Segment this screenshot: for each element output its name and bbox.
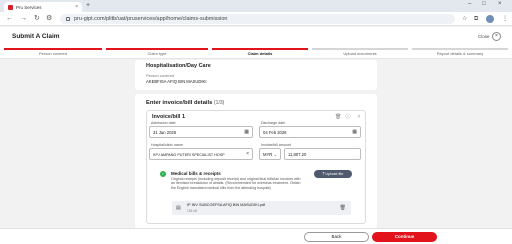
menu-icon[interactable]: ⋮ <box>502 15 508 23</box>
invoice-amount-label: Invoice/bill amount <box>261 143 291 147</box>
hospital-name-field[interactable]: KPJ AMPANG PUTERI SPECIALIST HOSP × <box>149 148 253 160</box>
step-label-payout: Payout details & summary <box>436 51 484 56</box>
clear-icon[interactable]: × <box>246 151 249 157</box>
discharge-date-value: 04 Feb 2026 <box>263 130 287 135</box>
chevron-down-icon: ⌄ <box>273 152 277 157</box>
invoice-section-heading: Enter invoice/bill details (1/3) <box>146 100 225 106</box>
check-circle-icon: ✓ <box>160 171 166 177</box>
back-button[interactable]: Back <box>304 232 369 242</box>
url-text: pru-gipt.com/plitb/uat/pruservices/app/h… <box>74 16 228 22</box>
currency-select[interactable]: MYR ⌄ <box>259 148 281 160</box>
calendar-icon[interactable]: ▦ <box>352 129 357 135</box>
step-bar-upload-documents <box>312 48 408 50</box>
discharge-date-label: Discharge date <box>261 121 286 125</box>
close-icon[interactable]: × <box>492 32 501 41</box>
window-close-icon[interactable]: × <box>498 1 502 7</box>
hospitalisation-card: Hospitalisation/Day Care Person covered … <box>135 60 377 90</box>
hospital-name-value: KPJ AMPANG PUTERI SPECIALIST HOSP <box>153 152 225 157</box>
step-label-person-covered: Person covered <box>38 51 67 56</box>
profile-avatar[interactable] <box>486 15 494 23</box>
close-label[interactable]: Close <box>478 34 490 39</box>
step-label-claim-details: Claim details <box>247 51 273 56</box>
browser-tab[interactable]: Pru Services × <box>4 2 82 12</box>
tab-title: Pru Services <box>16 4 42 10</box>
calendar-icon[interactable]: ▦ <box>244 129 249 135</box>
admission-date-value: 31 Jan 2026 <box>153 130 177 135</box>
file-icon: ▤ <box>176 205 181 211</box>
uploaded-file-item: ▤ IP INV SUBCOEFSA AFIQ BIN MASUDIKI.pdf… <box>172 201 351 215</box>
admission-date-label: Admission date <box>151 121 176 125</box>
continue-button[interactable]: Continue <box>372 232 437 242</box>
admission-date-field[interactable]: 31 Jan 2026 ▦ <box>149 126 253 138</box>
hospital-name-label: Hospital/clinic name <box>151 143 183 147</box>
new-tab-icon[interactable]: + <box>86 2 90 10</box>
hospitalisation-heading: Hospitalisation/Day Care <box>146 63 211 69</box>
progress-stepper: Person covered Claim type Claim details … <box>0 47 512 59</box>
favicon-icon <box>8 4 13 10</box>
lock-icon <box>66 17 70 21</box>
invoice-amount-value: 11,807.20 <box>288 152 307 157</box>
file-size: 155 kB <box>187 209 197 213</box>
chevron-up-icon[interactable]: ˄ <box>356 114 362 120</box>
delete-invoice-icon[interactable]: 🗑 <box>335 114 341 120</box>
info-icon[interactable]: ⓘ <box>345 114 351 120</box>
invoice-amount-field[interactable]: 11,807.20 <box>284 148 361 160</box>
reload-icon[interactable]: ↻ <box>34 15 40 23</box>
forward-arrow-icon[interactable]: → <box>20 15 27 23</box>
upload-file-button[interactable]: ⤒ Upload file <box>314 170 352 178</box>
back-arrow-icon[interactable]: ← <box>6 15 13 23</box>
delete-file-icon[interactable]: 🗑 <box>340 205 346 211</box>
browser-tab-bar: Pru Services × + – □ × <box>0 0 512 12</box>
step-bar-claim-details <box>212 48 308 50</box>
step-label-upload-documents: Upload documents <box>343 51 377 56</box>
currency-value: MYR <box>263 152 273 157</box>
minimize-icon[interactable]: – <box>468 1 471 7</box>
url-field[interactable]: pru-gipt.com/plitb/uat/pruservices/app/h… <box>60 14 455 24</box>
person-covered-label: Person covered <box>146 73 175 78</box>
address-bar: ← → ↻ ⚙ pru-gipt.com/plitb/uat/pruservic… <box>0 12 512 26</box>
person-covered-value: AKEBFISA AFIQ BIN MASUDIKI <box>146 79 207 84</box>
tab-close-icon[interactable]: × <box>75 4 78 10</box>
discharge-date-field[interactable]: 04 Feb 2026 ▦ <box>259 126 361 138</box>
footer-bar: Back Continue <box>0 228 512 244</box>
star-icon[interactable]: ☆ <box>462 15 467 23</box>
medical-bills-title: Medical bills & receipts <box>171 171 221 176</box>
extensions-icon[interactable]: ⧉ <box>474 15 478 23</box>
step-bar-claim-type <box>106 48 208 50</box>
maximize-icon[interactable]: □ <box>482 1 486 7</box>
invoice-title: Invoice/bill 1 <box>152 114 186 120</box>
medical-bills-description: Original receipts (including deposit rec… <box>171 177 301 190</box>
step-label-claim-type: Claim type <box>147 51 167 56</box>
app-header: Submit A Claim Close × <box>0 27 512 47</box>
page-title: Submit A Claim <box>12 33 60 40</box>
step-bar-person-covered <box>4 48 102 50</box>
file-name: IP INV SUBCOEFSA AFIQ BIN MASUDIKI.pdf <box>187 203 265 207</box>
tune-icon[interactable]: ⚙ <box>46 15 52 23</box>
step-bar-payout <box>412 48 508 50</box>
